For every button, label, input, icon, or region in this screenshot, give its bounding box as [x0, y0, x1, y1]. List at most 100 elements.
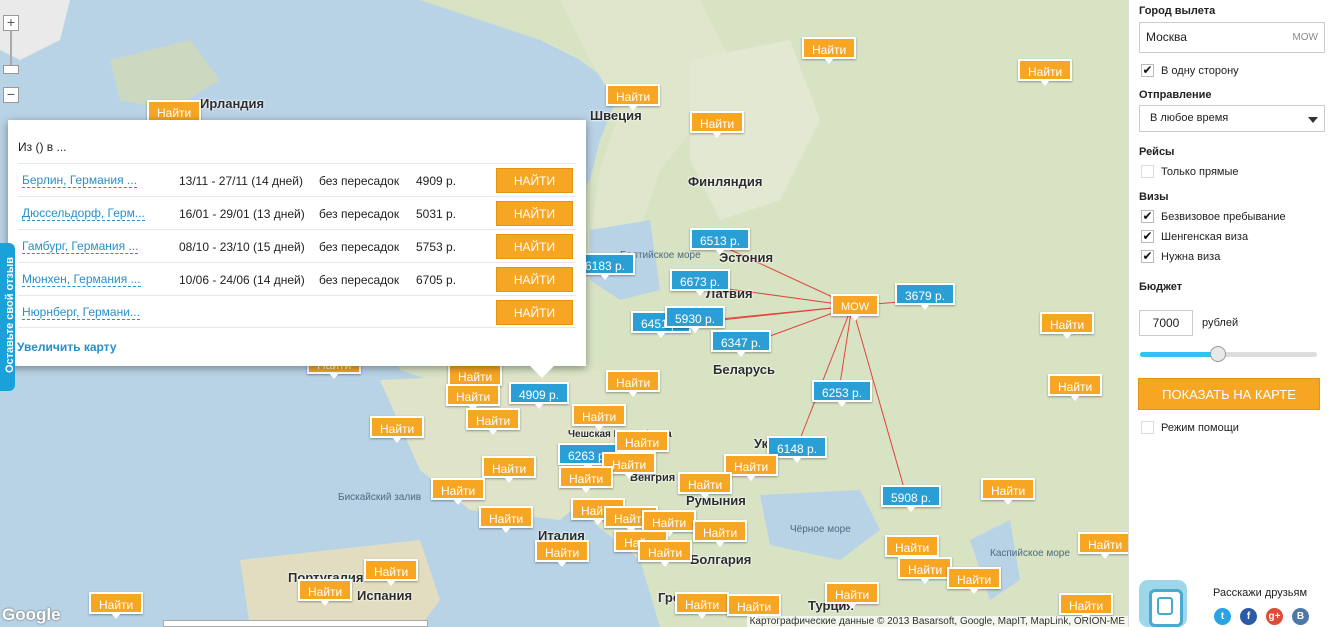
find-pin[interactable]: Найти: [1048, 374, 1103, 401]
schengen-checkbox[interactable]: ✔ Шенгенская виза: [1141, 230, 1248, 244]
destination-price: 4909 р.: [416, 174, 457, 188]
find-pin[interactable]: Найти: [1078, 532, 1128, 559]
feedback-tab[interactable]: Оставьте свой отзыв: [0, 243, 16, 391]
map[interactable]: Ирландия Швеция Финляндия Эстония Латвия…: [0, 0, 1128, 627]
find-pin[interactable]: Найти: [606, 84, 661, 111]
budget-slider-handle[interactable]: [1209, 346, 1226, 362]
find-pin[interactable]: Найти: [898, 557, 953, 584]
find-pin[interactable]: Найти: [1059, 593, 1114, 620]
departure-select[interactable]: В любое время: [1139, 105, 1325, 132]
find-button[interactable]: НАЙТИ: [496, 267, 573, 292]
budget-input[interactable]: 7000: [1139, 310, 1193, 336]
destination-city-link[interactable]: Дюссельдорф, Герм...: [22, 207, 145, 221]
find-pin[interactable]: Найти: [615, 430, 670, 457]
find-pin[interactable]: Найти: [559, 466, 614, 493]
find-pin[interactable]: Найти: [482, 456, 537, 483]
destination-stops: без пересадок: [319, 174, 400, 188]
zoom-in-button[interactable]: +: [3, 15, 19, 31]
find-pin[interactable]: Найти: [947, 567, 1002, 594]
price-pin[interactable]: 3679 р.: [895, 283, 956, 310]
find-pin[interactable]: Найти: [727, 594, 782, 621]
twitter-icon[interactable]: t: [1214, 608, 1231, 625]
checkbox-checked-icon: ✔: [1141, 63, 1154, 77]
checkbox-empty-icon: [1141, 165, 1154, 178]
budget-slider[interactable]: [1140, 346, 1317, 362]
find-button[interactable]: НАЙТИ: [496, 168, 573, 193]
destination-price: 6705 р.: [416, 273, 457, 287]
find-button[interactable]: НАЙТИ: [496, 300, 573, 325]
find-pin[interactable]: Найти: [147, 100, 202, 127]
zoom-out-button[interactable]: −: [3, 87, 19, 103]
find-pin[interactable]: Найти: [690, 111, 745, 138]
find-pin[interactable]: Найти: [606, 370, 661, 397]
find-pin[interactable]: Найти: [678, 472, 733, 499]
flights-label: Рейсы: [1139, 146, 1175, 158]
find-pin[interactable]: Найти: [1018, 59, 1073, 86]
country-label: Испания: [357, 588, 413, 603]
find-pin[interactable]: Найти: [89, 592, 144, 619]
find-pin[interactable]: Найти: [479, 506, 534, 533]
direct-only-checkbox[interactable]: Только прямые: [1141, 165, 1239, 179]
find-pin[interactable]: Найти: [370, 416, 425, 443]
attribution-box: [163, 620, 428, 627]
find-pin[interactable]: Найти: [431, 478, 486, 505]
enlarge-map-link[interactable]: Увеличить карту: [17, 340, 117, 354]
vkontakte-icon[interactable]: B: [1292, 608, 1309, 625]
chevron-down-icon: [1308, 117, 1318, 123]
map-attribution[interactable]: Картографические данные © 2013 Basarsoft…: [746, 616, 1128, 627]
destination-city-link[interactable]: Мюнхен, Германия ...: [22, 273, 141, 287]
facebook-icon[interactable]: f: [1240, 608, 1257, 625]
from-city-value: Москва: [1146, 30, 1187, 44]
from-city-input[interactable]: Москва MOW: [1139, 22, 1325, 53]
price-pin[interactable]: 6347 р.: [711, 330, 772, 357]
destination-city-link[interactable]: Берлин, Германия ...: [22, 174, 137, 188]
destinations-popup: Из () в ... Берлин, Германия ... 13/11 -…: [8, 120, 586, 378]
price-pin[interactable]: 5908 р.: [881, 485, 942, 512]
help-mode-checkbox[interactable]: Режим помощи: [1141, 421, 1239, 435]
visa-free-label: Безвизовое пребывание: [1161, 211, 1286, 223]
find-pin[interactable]: Найти: [693, 520, 748, 547]
origin-pin[interactable]: MOW: [831, 294, 880, 321]
sea-label: Чёрное море: [790, 524, 851, 535]
show-on-map-button[interactable]: ПОКАЗАТЬ НА КАРТЕ: [1138, 378, 1320, 410]
find-pin[interactable]: Найти: [364, 559, 419, 586]
find-pin[interactable]: Найти: [448, 364, 503, 391]
one-way-checkbox[interactable]: ✔ В одну сторону: [1141, 64, 1239, 78]
find-pin[interactable]: Найти: [981, 478, 1036, 505]
destination-price: 5753 р.: [416, 240, 457, 254]
mobile-app-icon[interactable]: [1139, 580, 1187, 627]
find-pin[interactable]: Найти: [446, 384, 501, 411]
price-pin[interactable]: 5930 р.: [665, 306, 726, 333]
destination-city-link[interactable]: Нюрнберг, Германи...: [22, 306, 140, 320]
destination-city-link[interactable]: Гамбург, Германия ...: [22, 240, 139, 254]
destination-dates: 10/06 - 24/06 (14 дней): [179, 273, 305, 287]
price-pin[interactable]: 6253 р.: [812, 380, 873, 407]
find-pin[interactable]: Найти: [298, 579, 353, 606]
find-pin[interactable]: Найти: [675, 592, 730, 619]
find-pin[interactable]: Найти: [466, 408, 521, 435]
find-button[interactable]: НАЙТИ: [496, 201, 573, 226]
google-plus-icon[interactable]: g+: [1266, 608, 1283, 625]
price-pin[interactable]: 6513 р.: [690, 228, 751, 255]
destination-stops: без пересадок: [319, 273, 400, 287]
country-label: Болгария: [690, 552, 752, 567]
find-pin[interactable]: Найти: [885, 535, 940, 562]
checkbox-empty-icon: [1141, 421, 1154, 434]
find-pin[interactable]: Найти: [802, 37, 857, 64]
find-pin[interactable]: Найти: [1040, 312, 1095, 339]
find-pin[interactable]: Найти: [825, 582, 880, 609]
find-pin[interactable]: Найти: [638, 540, 693, 567]
find-pin[interactable]: Найти: [572, 404, 627, 431]
price-pin[interactable]: 4909 р.: [509, 382, 570, 409]
visas-label: Визы: [1139, 191, 1169, 203]
visa-free-checkbox[interactable]: ✔ Безвизовое пребывание: [1141, 210, 1286, 224]
find-pin[interactable]: Найти: [642, 510, 697, 537]
zoom-handle[interactable]: [3, 65, 19, 74]
country-label: Финляндия: [688, 174, 763, 189]
destination-row: Нюрнберг, Германи... НАЙТИ: [18, 295, 576, 328]
visa-needed-checkbox[interactable]: ✔ Нужна виза: [1141, 250, 1220, 264]
price-pin[interactable]: 6673 р.: [670, 269, 731, 296]
find-pin[interactable]: Найти: [535, 540, 590, 567]
direct-only-label: Только прямые: [1161, 166, 1239, 178]
find-button[interactable]: НАЙТИ: [496, 234, 573, 259]
